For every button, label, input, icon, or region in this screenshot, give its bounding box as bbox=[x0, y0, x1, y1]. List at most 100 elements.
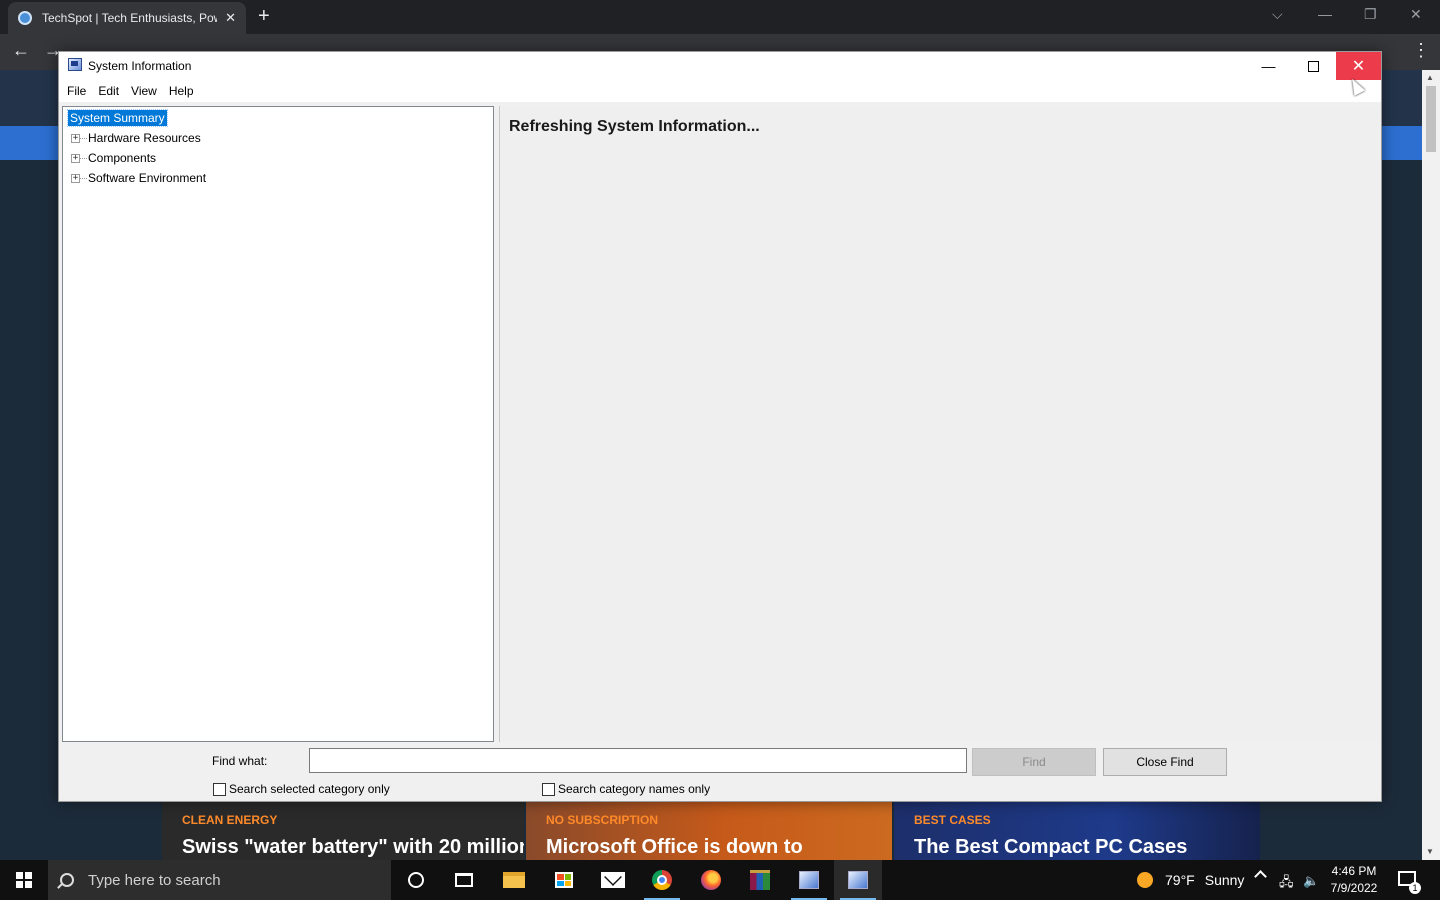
clock-time: 4:46 PM bbox=[1331, 864, 1377, 878]
tree-item-hardware-resources[interactable]: Hardware Resources bbox=[88, 131, 201, 145]
system-tool-icon bbox=[799, 871, 819, 889]
chrome-icon bbox=[652, 870, 672, 890]
search-placeholder: Type here to search bbox=[88, 871, 221, 889]
system-information-taskbar-button[interactable] bbox=[834, 860, 882, 900]
find-bar: Find what: Find Close Find Search select… bbox=[59, 742, 1381, 801]
taskbar-search-box[interactable]: Type here to search bbox=[48, 860, 391, 900]
scroll-down-icon[interactable]: ▼ bbox=[1426, 847, 1434, 856]
tree-connector bbox=[80, 178, 87, 179]
tree-connector bbox=[80, 158, 87, 159]
task-view-icon bbox=[455, 873, 473, 887]
plus-box-icon[interactable]: + bbox=[71, 134, 80, 143]
refresh-status-text: Refreshing System Information... bbox=[509, 118, 760, 135]
firefox-button[interactable] bbox=[687, 860, 735, 900]
winrar-button[interactable] bbox=[736, 860, 784, 900]
article-kicker: CLEAN ENERGY bbox=[182, 813, 278, 827]
article-headline[interactable]: The Best Compact PC Cases bbox=[914, 836, 1187, 859]
minimize-icon: — bbox=[1261, 58, 1276, 74]
search-names-only-option[interactable]: Search category names only bbox=[542, 782, 710, 796]
volume-icon[interactable]: 🔈 bbox=[1303, 873, 1319, 889]
article-card-no-subscription[interactable]: NO SUBSCRIPTION Microsoft Office is down… bbox=[526, 802, 892, 860]
clock-date: 7/9/2022 bbox=[1330, 881, 1378, 895]
system-information-icon bbox=[68, 58, 82, 71]
browser-close-icon[interactable]: ✕ bbox=[1410, 6, 1422, 23]
maximize-button[interactable] bbox=[1291, 52, 1336, 80]
taskbar-clock[interactable]: 4:46 PM 7/9/2022 bbox=[1322, 863, 1386, 897]
minimize-button[interactable]: — bbox=[1246, 52, 1291, 80]
store-icon bbox=[555, 872, 573, 888]
plus-box-icon[interactable]: + bbox=[71, 154, 80, 163]
sun-icon bbox=[1137, 872, 1153, 888]
search-selected-category-checkbox[interactable] bbox=[213, 782, 226, 796]
weather-widget[interactable]: 79°F Sunny bbox=[1137, 860, 1244, 900]
system-information-icon bbox=[848, 871, 868, 889]
menu-bar: File Edit View Help bbox=[59, 80, 1381, 102]
tab-search-chevron-icon[interactable]: ⌵ bbox=[1272, 6, 1283, 23]
article-headline[interactable]: Swiss "water battery" with 20 million bbox=[182, 836, 524, 859]
details-pane: Refreshing System Information... bbox=[499, 106, 1379, 742]
weather-description: Sunny bbox=[1204, 872, 1245, 888]
show-hidden-icons-chevron-icon[interactable] bbox=[1254, 870, 1267, 883]
tree-connector bbox=[80, 138, 87, 139]
article-headline[interactable]: Microsoft Office is down to bbox=[546, 836, 803, 859]
plus-box-icon[interactable]: + bbox=[71, 174, 80, 183]
category-tree[interactable]: System Summary + Hardware Resources + Co… bbox=[62, 106, 494, 742]
search-selected-category-label: Search selected category only bbox=[229, 782, 390, 796]
folder-icon bbox=[503, 872, 525, 888]
article-card-clean-energy[interactable]: CLEAN ENERGY Swiss "water battery" with … bbox=[162, 802, 524, 860]
firefox-icon bbox=[701, 870, 721, 890]
find-what-label: Find what: bbox=[212, 754, 268, 768]
task-view-button[interactable] bbox=[440, 860, 488, 900]
page-scrollbar-thumb[interactable] bbox=[1426, 86, 1436, 152]
close-find-button[interactable]: Close Find bbox=[1103, 748, 1227, 776]
close-button[interactable]: ✕ bbox=[1336, 52, 1381, 80]
tab-close-icon[interactable]: ✕ bbox=[225, 10, 236, 26]
browser-restore-icon[interactable]: ❐ bbox=[1364, 6, 1377, 23]
taskbar: Type here to search 79°F Sunny 🖧 🔈 4:46 … bbox=[0, 860, 1440, 900]
page-scrollbar[interactable] bbox=[1422, 70, 1440, 860]
search-selected-category-option[interactable]: Search selected category only bbox=[213, 782, 390, 796]
windows-logo-icon bbox=[16, 872, 32, 888]
notification-badge: 1 bbox=[1409, 882, 1421, 894]
start-button[interactable] bbox=[0, 860, 48, 900]
cortana-icon bbox=[408, 872, 424, 888]
network-icon[interactable]: 🖧 bbox=[1279, 873, 1294, 895]
menu-view[interactable]: View bbox=[125, 80, 163, 102]
tree-item-software-environment[interactable]: Software Environment bbox=[88, 171, 206, 185]
window-titlebar[interactable]: System Information — ✕ bbox=[59, 52, 1381, 80]
maximize-icon bbox=[1308, 60, 1319, 72]
store-button[interactable] bbox=[540, 860, 588, 900]
tree-item-system-summary[interactable]: System Summary bbox=[67, 109, 168, 127]
menu-file[interactable]: File bbox=[61, 80, 92, 102]
cortana-button[interactable] bbox=[392, 860, 440, 900]
mail-button[interactable] bbox=[589, 860, 637, 900]
browser-minimize-icon[interactable]: — bbox=[1318, 6, 1332, 22]
close-icon: ✕ bbox=[1351, 58, 1366, 75]
search-icon bbox=[60, 873, 74, 887]
mail-icon bbox=[601, 872, 625, 888]
menu-help[interactable]: Help bbox=[163, 80, 200, 102]
find-what-input[interactable] bbox=[309, 748, 967, 773]
browser-menu-icon[interactable]: ⋮ bbox=[1412, 40, 1430, 61]
scroll-up-icon[interactable]: ▲ bbox=[1426, 73, 1434, 82]
search-names-only-label: Search category names only bbox=[558, 782, 711, 796]
tree-item-components[interactable]: Components bbox=[88, 151, 156, 165]
search-names-only-checkbox[interactable] bbox=[542, 782, 555, 796]
browser-tab-bar: TechSpot | Tech Enthusiasts, Pow ✕ + ⌵ —… bbox=[0, 0, 1440, 34]
browser-tab-techspot[interactable]: TechSpot | Tech Enthusiasts, Pow ✕ bbox=[8, 2, 246, 34]
winrar-icon bbox=[750, 870, 770, 890]
find-button[interactable]: Find bbox=[972, 748, 1096, 776]
file-explorer-button[interactable] bbox=[490, 860, 538, 900]
new-tab-button[interactable]: + bbox=[258, 5, 270, 28]
chrome-button[interactable] bbox=[638, 860, 686, 900]
article-kicker: NO SUBSCRIPTION bbox=[546, 813, 659, 827]
weather-temperature: 79°F bbox=[1165, 872, 1195, 888]
taskbar-app-button[interactable] bbox=[785, 860, 833, 900]
techspot-favicon-icon bbox=[18, 11, 32, 25]
browser-tab-title: TechSpot | Tech Enthusiasts, Pow bbox=[42, 11, 218, 25]
article-card-best-cases[interactable]: BEST CASES The Best Compact PC Cases bbox=[894, 802, 1260, 860]
article-kicker: BEST CASES bbox=[914, 813, 991, 827]
back-arrow-icon[interactable]: ← bbox=[12, 40, 30, 61]
menu-edit[interactable]: Edit bbox=[92, 80, 125, 102]
window-title: System Information bbox=[88, 59, 192, 73]
